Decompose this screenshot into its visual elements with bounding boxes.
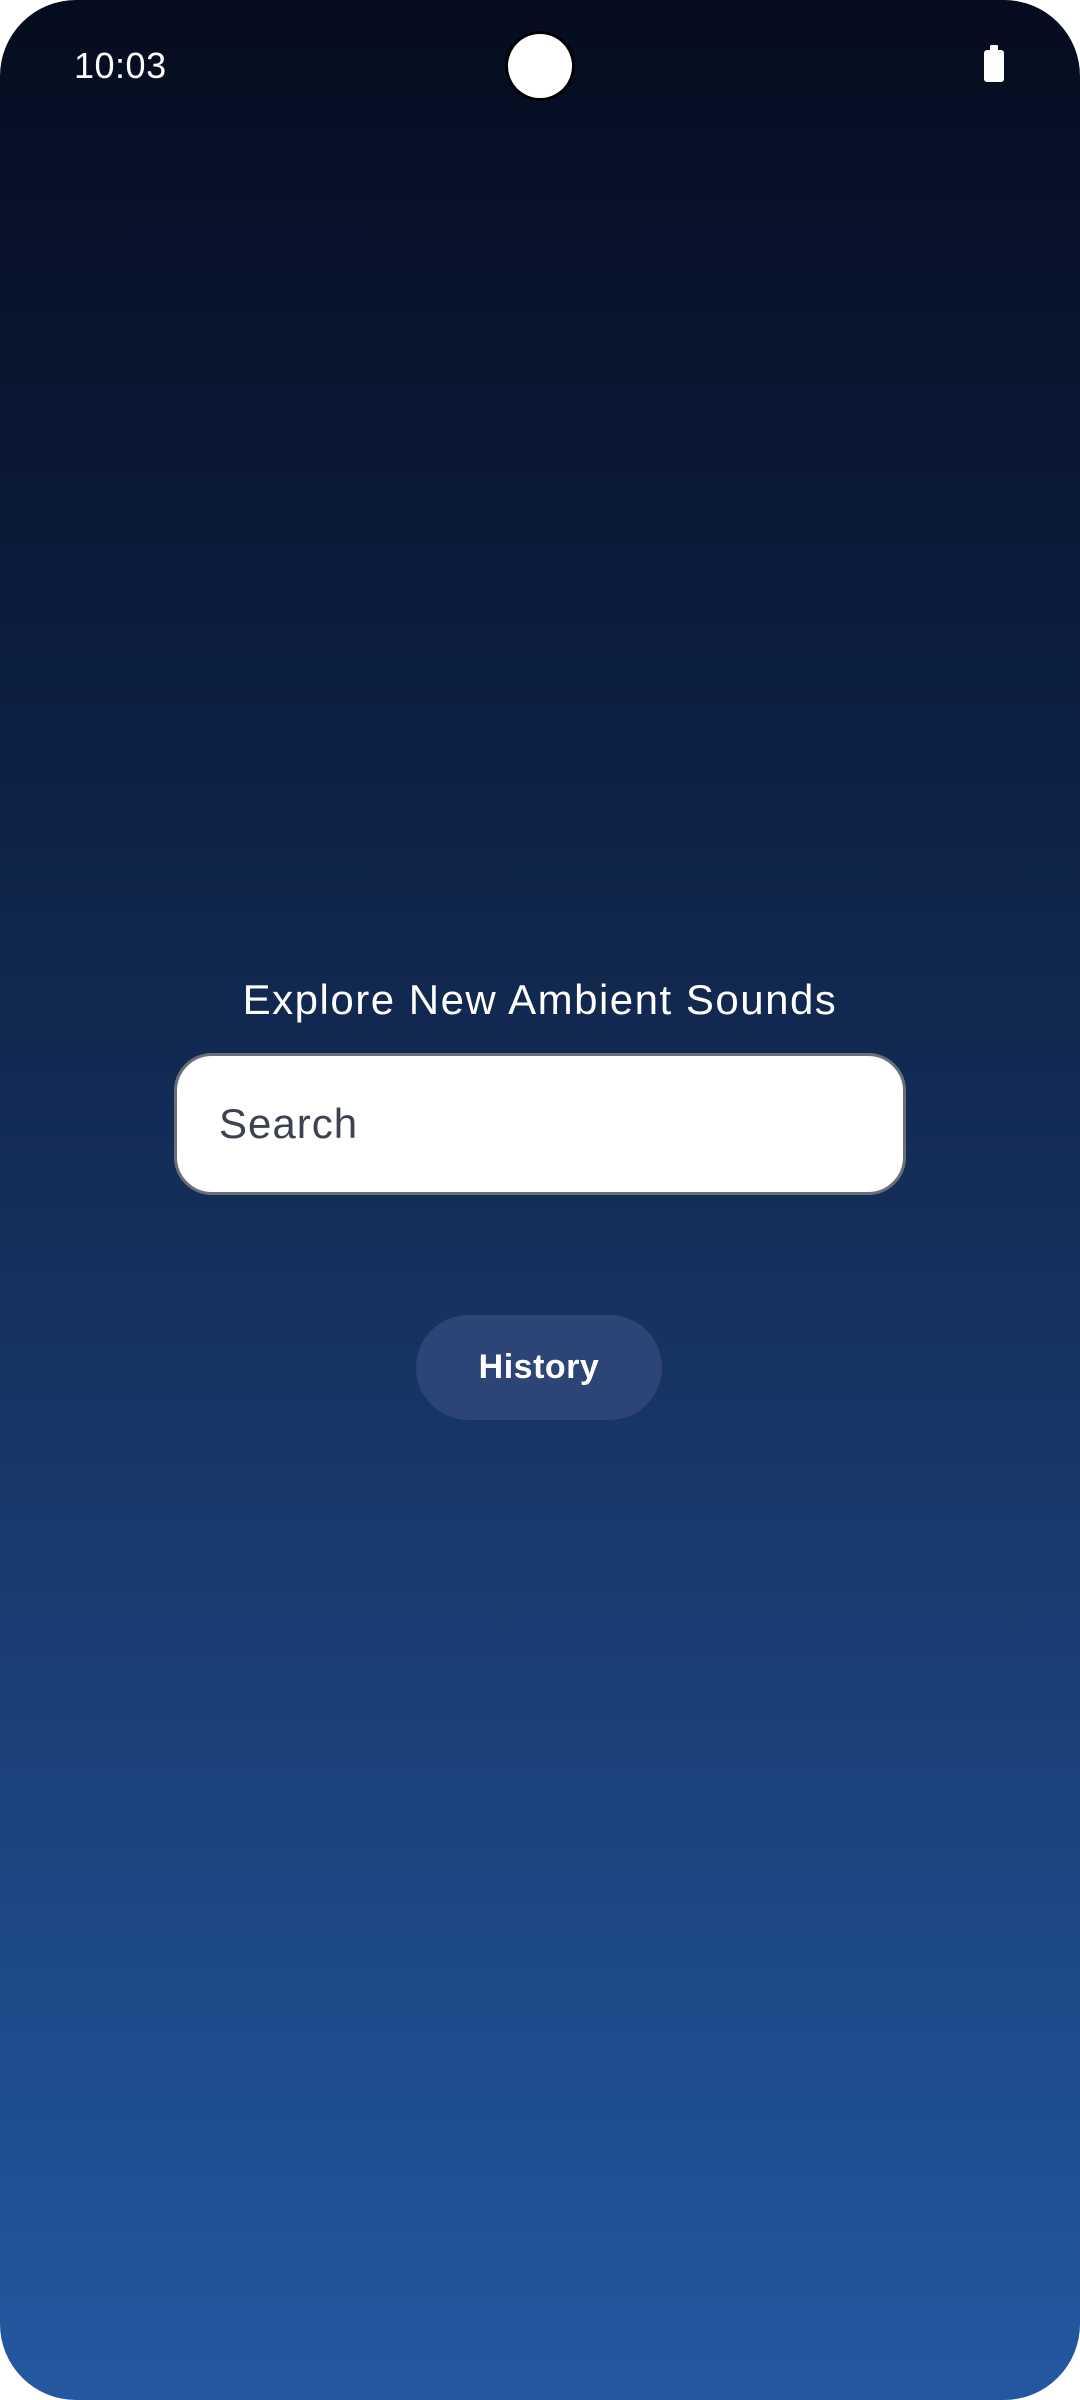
page-title: Explore New Ambient Sounds bbox=[242, 976, 838, 1023]
camera-cutout-icon bbox=[508, 34, 572, 98]
history-button[interactable]: History bbox=[416, 1315, 662, 1420]
search-input[interactable] bbox=[217, 1099, 903, 1149]
search-field[interactable] bbox=[174, 1053, 906, 1195]
status-bar-time: 10:03 bbox=[74, 45, 167, 86]
battery-icon bbox=[984, 45, 1004, 82]
app-screen: 10:03 Explore New Ambient Sounds History bbox=[0, 0, 1080, 2400]
